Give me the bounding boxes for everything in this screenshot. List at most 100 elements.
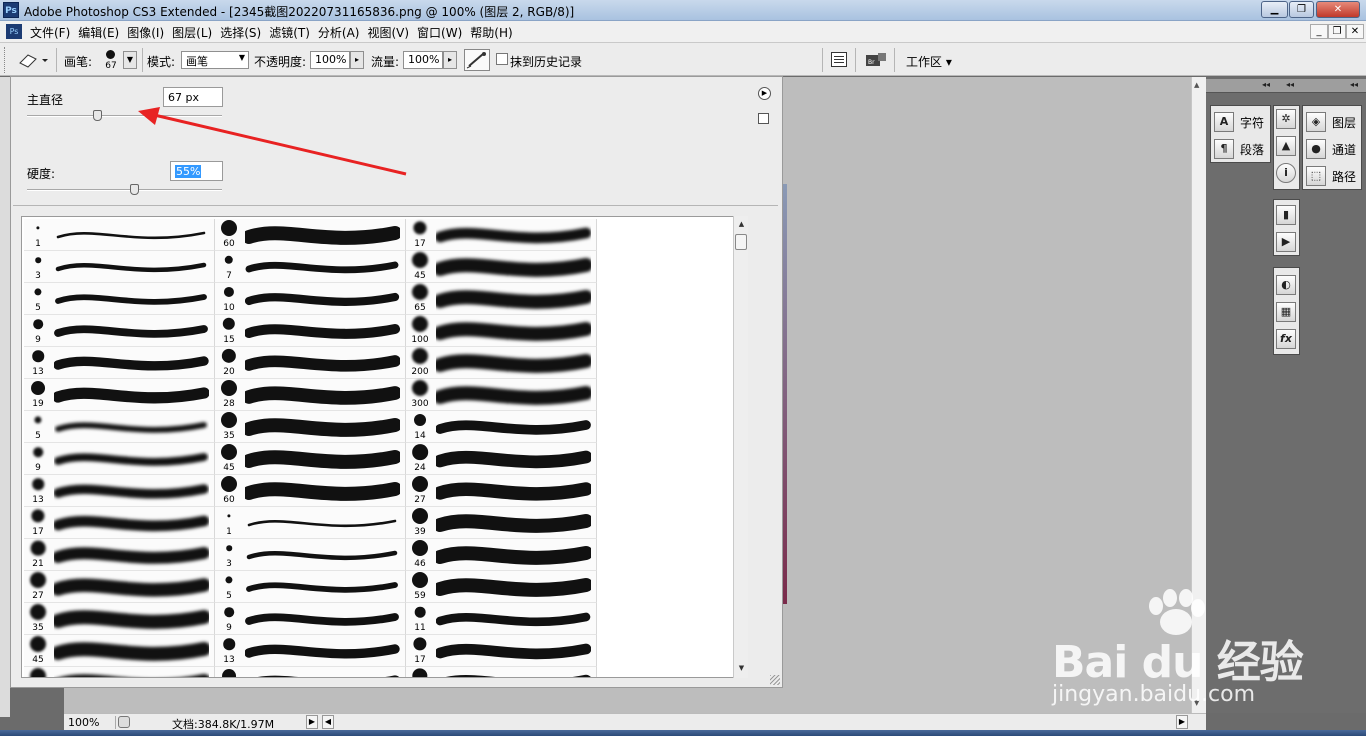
brush-preset[interactable]: 19 xyxy=(215,667,406,677)
brush-preset[interactable]: 45 xyxy=(406,251,597,283)
flow-input[interactable]: 100% xyxy=(403,51,443,69)
scroll-left-icon[interactable]: ◀ xyxy=(322,715,334,729)
maximize-button[interactable]: ❐ xyxy=(1289,1,1314,18)
navigator-icon[interactable]: ✲ xyxy=(1276,109,1296,129)
brush-preset[interactable]: 19 xyxy=(24,379,215,411)
history-icon[interactable]: ▮ xyxy=(1276,205,1296,225)
status-arrow-icon[interactable]: ▶ xyxy=(306,715,318,729)
collapse-icon[interactable]: ◂◂ xyxy=(1262,80,1270,89)
brush-preset[interactable]: 15 xyxy=(215,315,406,347)
brush-preset[interactable]: 100 xyxy=(406,315,597,347)
brush-preset[interactable]: 17 xyxy=(406,219,597,251)
menu-item[interactable]: 帮助(H) xyxy=(470,24,520,41)
brush-preset[interactable]: 3 xyxy=(24,251,215,283)
dock-item[interactable]: ⬚ 路径 xyxy=(1306,164,1356,188)
doc-close-button[interactable]: ✕ xyxy=(1346,24,1364,39)
scroll-down-icon[interactable]: ▼ xyxy=(735,662,748,675)
brush-preset[interactable]: 20 xyxy=(215,347,406,379)
minimize-button[interactable]: ▁ xyxy=(1261,1,1288,18)
brush-preset[interactable]: 23 xyxy=(406,667,597,677)
brush-picker-dropdown[interactable]: ▼ xyxy=(123,51,137,69)
brush-preset[interactable]: 27 xyxy=(24,571,215,603)
menu-item[interactable]: 分析(A) xyxy=(318,24,368,41)
hardness-slider-thumb[interactable] xyxy=(130,184,140,195)
palette-well-icon[interactable] xyxy=(831,52,847,67)
brush-preset[interactable]: 5 xyxy=(24,283,215,315)
brush-preset[interactable]: 17 xyxy=(24,507,215,539)
close-button[interactable]: ✕ xyxy=(1316,1,1360,18)
brush-preset[interactable]: 24 xyxy=(406,443,597,475)
brush-preset[interactable]: 5 xyxy=(24,411,215,443)
dock-item[interactable]: A 字符 xyxy=(1214,110,1264,134)
menu-item[interactable]: 文件(F) xyxy=(30,24,78,41)
zoom-level[interactable]: 100% xyxy=(68,716,116,729)
mode-select[interactable]: 画笔 ▼ xyxy=(181,51,249,69)
histogram-icon[interactable]: ▲ xyxy=(1276,136,1296,156)
brush-preset[interactable]: 17 xyxy=(406,635,597,667)
tool-preset-picker[interactable] xyxy=(16,51,48,69)
resize-grip[interactable] xyxy=(770,675,780,685)
scroll-up-icon[interactable]: ▲ xyxy=(1194,81,1199,89)
panel-menu-button[interactable]: ▶ xyxy=(758,87,771,100)
menu-item[interactable]: 滤镜(T) xyxy=(269,24,318,41)
dock-item[interactable]: ◈ 图层 xyxy=(1306,110,1356,134)
brush-preset[interactable]: 1 xyxy=(24,219,215,251)
hardness-slider-track[interactable] xyxy=(27,189,222,191)
brush-preset[interactable]: 9 xyxy=(24,315,215,347)
brush-preset-list[interactable]: 1 60 17 3 7 45 5 10 65 9 15 100 13 20 200 19 28 300 5 35 14 9… xyxy=(21,216,747,678)
collapse-icon[interactable]: ◂◂ xyxy=(1286,80,1294,89)
brush-preset[interactable]: 65 xyxy=(406,283,597,315)
brush-preset[interactable]: 9 xyxy=(215,603,406,635)
color-icon[interactable]: ◐ xyxy=(1276,275,1296,295)
erase-history-checkbox[interactable] xyxy=(496,53,508,65)
document-icon[interactable]: Ps xyxy=(6,24,22,39)
brush-preset[interactable]: 60 xyxy=(215,475,406,507)
brush-preset[interactable]: 13 xyxy=(24,475,215,507)
bridge-icon[interactable]: Br xyxy=(864,51,888,69)
scroll-right-icon[interactable]: ▶ xyxy=(1176,715,1188,729)
brush-preset[interactable]: 28 xyxy=(215,379,406,411)
brush-preset[interactable]: 5 xyxy=(215,571,406,603)
workspace-menu[interactable]: 工作区 ▾ xyxy=(906,53,952,70)
brush-preset[interactable]: 10 xyxy=(215,283,406,315)
airbrush-toggle[interactable] xyxy=(464,49,490,71)
brush-preset[interactable]: 14 xyxy=(406,411,597,443)
brush-preset[interactable]: 60 xyxy=(215,219,406,251)
hardness-input[interactable]: 55% xyxy=(170,161,223,181)
scroll-thumb[interactable] xyxy=(735,234,747,250)
menu-item[interactable]: 视图(V) xyxy=(367,24,417,41)
brush-preset[interactable]: 13 xyxy=(215,635,406,667)
brush-preset[interactable]: 45 xyxy=(215,443,406,475)
diameter-slider-track[interactable] xyxy=(27,115,222,117)
menu-item[interactable]: 编辑(E) xyxy=(78,24,127,41)
brush-preset[interactable]: 39 xyxy=(406,507,597,539)
swatches-icon[interactable]: ▦ xyxy=(1276,302,1296,322)
menu-item[interactable]: 图层(L) xyxy=(172,24,220,41)
status-menu-icon[interactable] xyxy=(118,716,130,728)
save-preset-icon[interactable] xyxy=(758,113,769,124)
flow-slider-button[interactable]: ▸ xyxy=(443,51,457,69)
brush-preset[interactable]: 59 xyxy=(406,571,597,603)
opacity-input[interactable]: 100% xyxy=(310,51,350,69)
brush-preset[interactable]: 7 xyxy=(215,251,406,283)
menu-item[interactable]: 图像(I) xyxy=(127,24,172,41)
brush-preset[interactable]: 200 xyxy=(406,347,597,379)
brush-preset[interactable]: 46 xyxy=(406,539,597,571)
brush-preset[interactable]: 9 xyxy=(24,443,215,475)
brush-preset[interactable]: 35 xyxy=(24,603,215,635)
dock-item[interactable]: ● 通道 xyxy=(1306,137,1356,161)
opacity-slider-button[interactable]: ▸ xyxy=(350,51,364,69)
menu-item[interactable]: 选择(S) xyxy=(220,24,269,41)
brush-preset[interactable]: 65 xyxy=(24,667,215,677)
master-diameter-input[interactable]: 67 px xyxy=(163,87,223,107)
brush-preset[interactable]: 11 xyxy=(406,603,597,635)
diameter-slider-thumb[interactable] xyxy=(93,110,103,121)
brush-preset[interactable]: 21 xyxy=(24,539,215,571)
brush-preset-preview[interactable]: 67 xyxy=(101,47,121,75)
actions-icon[interactable]: ▶ xyxy=(1276,232,1296,252)
dock-item[interactable]: ¶ 段落 xyxy=(1214,137,1264,161)
brush-preset[interactable]: 3 xyxy=(215,539,406,571)
brush-list-scrollbar[interactable]: ▲ ▼ xyxy=(733,216,748,678)
brush-preset[interactable]: 13 xyxy=(24,347,215,379)
info-icon[interactable]: i xyxy=(1276,163,1296,183)
